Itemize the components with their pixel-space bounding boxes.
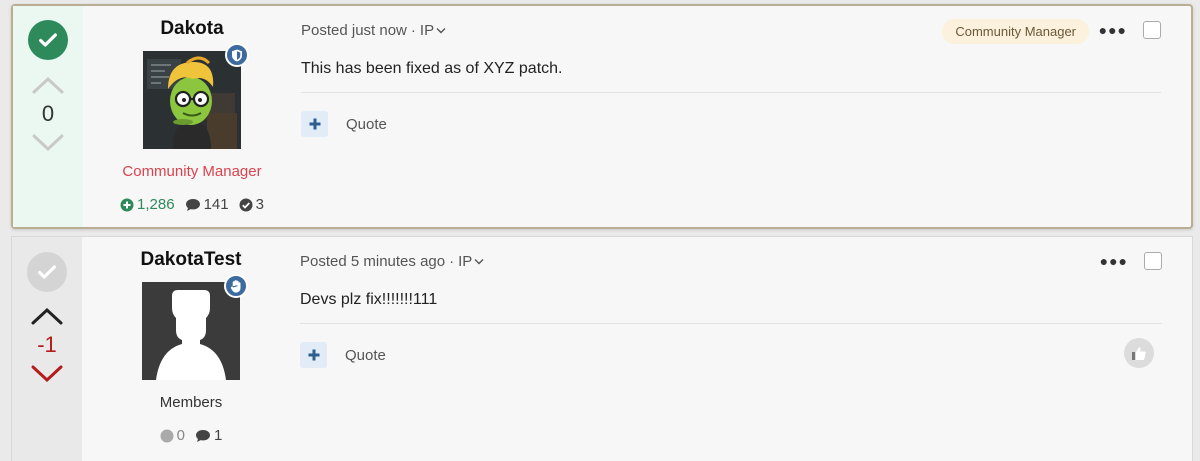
post-timestamp[interactable]: Posted just now	[301, 22, 407, 39]
reputation-count: 1,286	[137, 196, 175, 213]
meta-separator: ·	[410, 22, 416, 39]
neutral-circle-icon	[160, 429, 174, 442]
divider	[301, 92, 1161, 93]
author-group: Members	[159, 394, 223, 411]
select-post-checkbox[interactable]	[1143, 21, 1161, 39]
vote-count: 0	[41, 101, 55, 126]
vote-count: -1	[37, 332, 57, 357]
avatar[interactable]	[143, 51, 241, 149]
divider	[300, 323, 1162, 324]
post-content: Posted 5 minutes ago · IP ●●● Devs plz f…	[300, 237, 1162, 461]
avatar-container	[142, 274, 248, 380]
post-meta: Posted 5 minutes ago · IP	[300, 253, 484, 270]
default-avatar[interactable]	[142, 282, 240, 380]
author-panel: DakotaTest Members 0 1	[82, 237, 300, 461]
avatar-container	[143, 43, 249, 149]
ip-dropdown[interactable]: IP	[420, 22, 446, 39]
author-name[interactable]: Dakota	[160, 18, 223, 40]
downvote-chevron-down-icon[interactable]	[30, 132, 66, 154]
upvote-chevron-up-icon[interactable]	[30, 74, 66, 96]
chevron-down-icon	[474, 259, 484, 265]
chevron-down-icon	[436, 28, 446, 34]
post-meta: Posted just now · IP	[301, 22, 446, 39]
meta-separator: ·	[449, 253, 455, 270]
downvote-chevron-down-icon[interactable]	[29, 363, 65, 385]
post-dakota: 0 Dakota Community Manager 1,286 141 3 P…	[11, 4, 1193, 229]
author-stats: 1,286 141 3	[120, 196, 264, 213]
post-content: Posted just now · IP Community Manager ●…	[301, 6, 1161, 227]
member-hand-icon	[224, 274, 248, 298]
author-group: Community Manager	[122, 163, 262, 180]
vote-column: -1	[12, 237, 82, 461]
multiquote-plus-icon[interactable]	[301, 111, 328, 137]
reputation-stat[interactable]: 1,286	[120, 196, 175, 213]
reputation-count: 0	[176, 427, 185, 444]
author-stats: 0 1	[160, 427, 222, 444]
author-name[interactable]: DakotaTest	[140, 249, 241, 271]
quote-button[interactable]: Quote	[346, 116, 387, 133]
upvote-chevron-up-icon[interactable]	[29, 305, 65, 327]
comment-icon	[185, 198, 200, 211]
post-count: 141	[203, 196, 229, 213]
post-count: 1	[214, 427, 223, 444]
comment-icon	[196, 429, 210, 442]
more-options-ellipsis-icon[interactable]: ●●●	[1100, 253, 1128, 269]
role-badge: Community Manager	[942, 19, 1089, 44]
post-timestamp[interactable]: Posted 5 minutes ago	[300, 253, 445, 270]
multiquote-plus-icon[interactable]	[300, 342, 327, 368]
reputation-stat[interactable]: 0	[160, 427, 185, 444]
check-circle-icon	[239, 198, 253, 211]
quote-button[interactable]: Quote	[345, 347, 386, 364]
post-body: This has been fixed as of XYZ patch.	[301, 60, 563, 77]
solutions-count: 3	[255, 196, 264, 213]
ip-label: IP	[419, 22, 435, 39]
post-actions: Quote	[300, 342, 386, 368]
ip-label: IP	[458, 253, 473, 270]
vote-column: 0	[13, 6, 83, 227]
post-dakotatest: -1 DakotaTest Members 0 1 Posted 5 minut…	[11, 236, 1193, 461]
mark-solved-check-icon[interactable]	[27, 252, 67, 292]
post-actions: Quote	[301, 111, 387, 137]
ip-dropdown[interactable]: IP	[458, 253, 484, 270]
solved-check-icon[interactable]	[28, 20, 68, 60]
more-options-ellipsis-icon[interactable]: ●●●	[1099, 22, 1127, 38]
plus-circle-icon	[120, 198, 134, 211]
post-count-stat[interactable]: 1	[195, 427, 222, 444]
post-body: Devs plz fix!!!!!!!111	[300, 291, 438, 308]
like-thumbs-up-icon[interactable]	[1124, 338, 1154, 368]
author-panel: Dakota Community Manager 1,286 141 3	[83, 6, 301, 227]
solutions-stat[interactable]: 3	[239, 196, 264, 213]
staff-shield-icon	[225, 43, 249, 67]
select-post-checkbox[interactable]	[1144, 252, 1162, 270]
post-count-stat[interactable]: 141	[185, 196, 229, 213]
